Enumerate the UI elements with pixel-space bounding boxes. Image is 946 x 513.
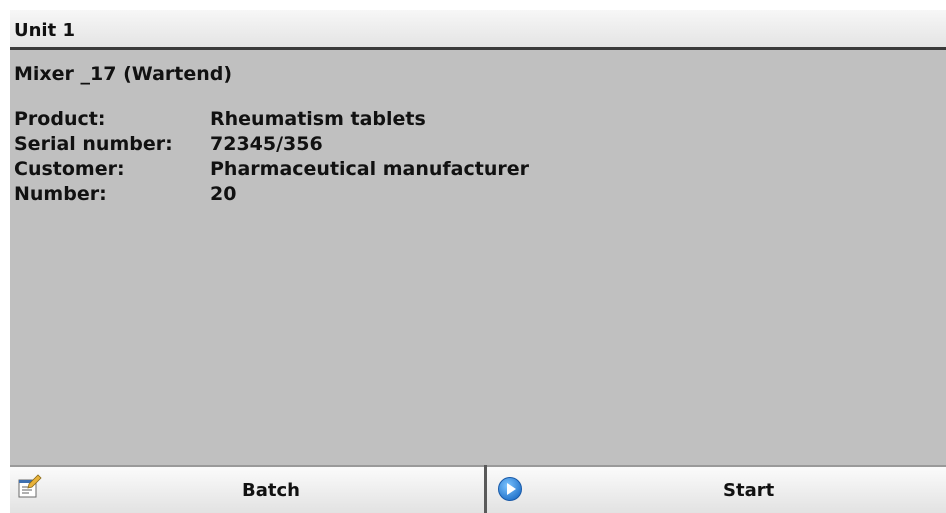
- hmi-screen: Unit 1 Mixer _17 (Wartend) Product: Rheum…: [10, 10, 946, 513]
- start-play-icon: [497, 476, 523, 502]
- number-label: Number:: [14, 183, 107, 205]
- bottom-toolbar: Batch Start: [10, 465, 946, 513]
- batch-button[interactable]: Batch: [10, 465, 484, 513]
- unit-status-heading: Mixer _17 (Wartend): [14, 63, 233, 85]
- info-row-customer: Customer: Pharmaceutical manufacturer: [14, 157, 529, 182]
- info-row-number: Number: 20: [14, 182, 529, 207]
- info-row-product: Product: Rheumatism tablets: [14, 107, 529, 132]
- start-button-label: Start: [723, 480, 775, 501]
- serial-number-label: Serial number:: [14, 133, 173, 155]
- start-button[interactable]: Start: [487, 465, 946, 513]
- serial-number-value: 72345/356: [210, 133, 323, 155]
- batch-info-table: Product: Rheumatism tablets Serial number…: [14, 107, 529, 207]
- customer-value: Pharmaceutical manufacturer: [210, 158, 530, 180]
- customer-label: Customer:: [14, 158, 125, 180]
- batch-button-label: Batch: [242, 480, 300, 501]
- page-title: Unit 1: [14, 20, 75, 41]
- product-value: Rheumatism tablets: [210, 108, 426, 130]
- number-value: 20: [210, 183, 237, 205]
- title-bar: Unit 1: [10, 10, 946, 50]
- batch-properties-icon: [16, 474, 42, 500]
- product-label: Product:: [14, 108, 106, 130]
- info-row-serial-number: Serial number: 72345/356: [14, 132, 529, 157]
